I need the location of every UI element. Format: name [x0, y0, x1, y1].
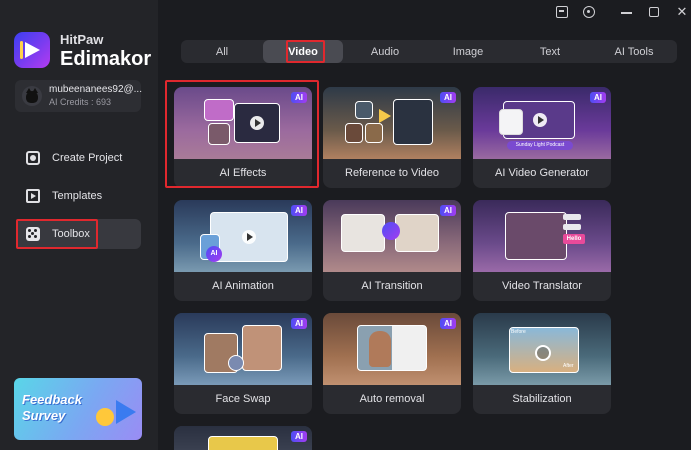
- tool-card-label: AI Video Generator: [495, 167, 589, 179]
- person-cutout: [369, 331, 391, 367]
- stabilization-thumbnail: Before After: [473, 313, 611, 385]
- after-label: After: [563, 363, 574, 369]
- minimize-icon[interactable]: [621, 6, 633, 18]
- ai-badge: AI: [291, 92, 307, 103]
- video-translator-thumbnail: Hello: [473, 200, 611, 272]
- maximize-icon[interactable]: [649, 7, 659, 17]
- sidebar-item-toolbox[interactable]: Toolbox: [16, 219, 141, 249]
- ai-badge: AI: [440, 318, 456, 329]
- ai-badge: AI: [440, 205, 456, 216]
- user-name: mubeenanees92@...: [49, 84, 142, 95]
- ai-badge: AI: [440, 92, 456, 103]
- app-logo-icon: [14, 32, 50, 68]
- message-icon[interactable]: [556, 6, 568, 18]
- sidebar-item-create-project[interactable]: Create Project: [16, 143, 141, 173]
- help-icon[interactable]: [583, 6, 595, 18]
- swap-avatar-icon: [228, 355, 244, 371]
- tab-ai-tools[interactable]: AI Tools: [591, 40, 677, 63]
- tool-card-partial[interactable]: AI: [174, 426, 312, 450]
- ai-credits: AI Credits : 693: [49, 97, 112, 107]
- hello-tag: Hello: [563, 234, 585, 244]
- tool-card-label: Video Translator: [502, 280, 582, 292]
- tool-card-label: Auto removal: [359, 393, 425, 405]
- user-card[interactable]: mubeenanees92@... AI Credits : 693: [15, 80, 142, 112]
- feedback-line-1: Feedback: [22, 392, 82, 407]
- paper-plane-icon: [116, 400, 136, 424]
- close-icon[interactable]: ✕: [676, 5, 688, 18]
- app-window: HitPaw Edimakor mubeenanees92@... AI Cre…: [0, 0, 691, 450]
- podcast-title: Sunday Light Podcast: [507, 141, 573, 150]
- tool-card-label: Face Swap: [215, 393, 271, 405]
- toolbox-icon: [26, 227, 40, 241]
- tab-image[interactable]: Image: [427, 40, 509, 63]
- brand-name: Edimakor: [60, 48, 152, 70]
- sidebar: HitPaw Edimakor mubeenanees92@... AI Cre…: [0, 0, 158, 450]
- ai-badge: AI: [291, 205, 307, 216]
- tool-card-reference-to-video[interactable]: AI Reference to Video: [323, 87, 461, 188]
- tool-card-ai-animation[interactable]: AI AI AI Animation: [174, 200, 312, 301]
- tool-card-label: AI Animation: [212, 280, 274, 292]
- ai-badge: AI: [291, 318, 307, 329]
- templates-icon: [26, 189, 40, 203]
- tool-card-face-swap[interactable]: AI Face Swap: [174, 313, 312, 414]
- sidebar-item-label: Toolbox: [52, 228, 90, 240]
- feedback-survey-banner[interactable]: Feedback Survey: [14, 378, 142, 440]
- play-icon: [250, 116, 264, 130]
- tool-card-auto-removal[interactable]: AI Auto removal: [323, 313, 461, 414]
- tool-card-label: Reference to Video: [345, 167, 439, 179]
- tool-card-label: Stabilization: [512, 393, 572, 405]
- transition-icon: [382, 222, 400, 240]
- tool-card-ai-effects[interactable]: AI AI Effects: [174, 87, 312, 188]
- tool-card-label: AI Effects: [219, 167, 267, 179]
- stabilize-icon: [535, 345, 551, 361]
- play-icon: [533, 113, 547, 127]
- tool-card-video-translator[interactable]: Hello Video Translator: [473, 200, 611, 301]
- sidebar-item-label: Templates: [52, 190, 103, 202]
- ai-badge: AI: [590, 92, 606, 103]
- tab-text[interactable]: Text: [509, 40, 591, 63]
- tab-all[interactable]: All: [181, 40, 263, 63]
- tool-card-stabilization[interactable]: Before After Stabilization: [473, 313, 611, 414]
- category-tabs: All Video Audio Image Text AI Tools: [181, 40, 677, 63]
- create-project-icon: [26, 151, 40, 165]
- tab-video[interactable]: Video: [263, 40, 343, 63]
- emoji-icon: [96, 408, 114, 426]
- ai-badge: AI: [291, 431, 307, 442]
- sidebar-item-label: Create Project: [52, 152, 123, 164]
- tab-audio[interactable]: Audio: [343, 40, 427, 63]
- tool-card-ai-transition[interactable]: AI AI Transition: [323, 200, 461, 301]
- sidebar-item-templates[interactable]: Templates: [16, 181, 141, 211]
- avatar: [22, 86, 42, 106]
- arrow-icon: [379, 109, 391, 123]
- tool-card-ai-video-generator[interactable]: Sunday Light Podcast AI AI Video Generat…: [473, 87, 611, 188]
- play-icon: [242, 230, 256, 244]
- brand-top: HitPaw: [60, 32, 104, 47]
- before-label: Before: [511, 329, 526, 335]
- tool-card-label: AI Transition: [361, 280, 423, 292]
- feedback-line-2: Survey: [22, 408, 66, 423]
- ai-chip: AI: [206, 246, 222, 262]
